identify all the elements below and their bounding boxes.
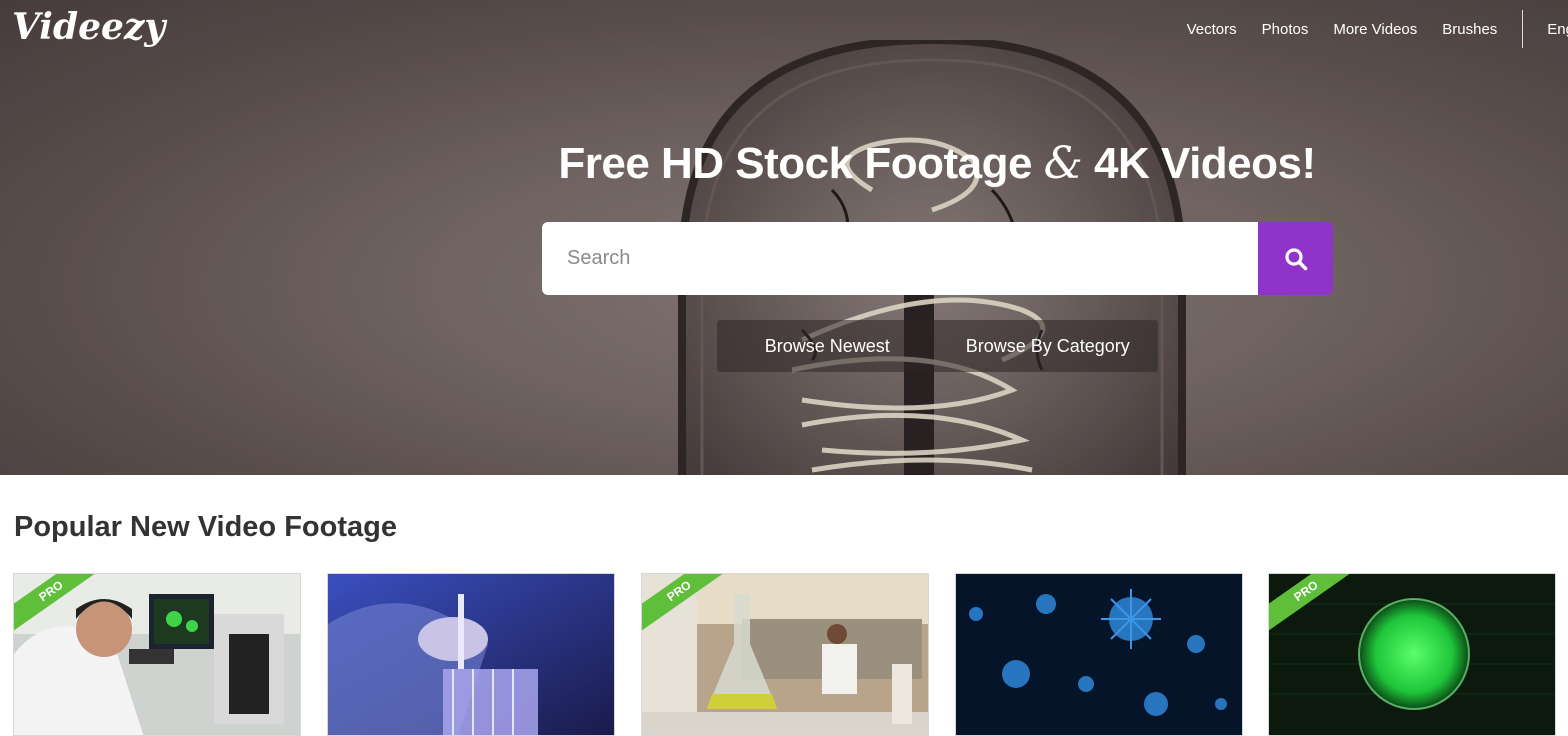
video-thumbnail[interactable]: PRO	[1268, 573, 1556, 736]
top-nav: Vectors Photos More Videos Brushes Eng	[1187, 10, 1568, 48]
section-title: Popular New Video Footage	[14, 511, 397, 543]
search-button[interactable]	[1258, 222, 1333, 295]
site-logo[interactable]: Videezy	[12, 6, 165, 48]
nav-link-more-videos[interactable]: More Videos	[1333, 21, 1417, 38]
video-thumbnail[interactable]: PRO	[13, 573, 301, 736]
browse-category-button[interactable]: Browse By Category	[938, 320, 1159, 372]
browse-buttons: Browse Newest Browse By Category	[717, 320, 1158, 372]
thumbnail-image	[956, 574, 1242, 735]
headline-text-1: Free HD Stock Footage	[558, 139, 1044, 188]
headline-ampersand: &	[1043, 138, 1083, 189]
video-thumbnail[interactable]: PRO	[641, 573, 929, 736]
browse-newest-button[interactable]: Browse Newest	[717, 320, 938, 372]
nav-link-vectors[interactable]: Vectors	[1187, 21, 1237, 38]
headline-text-2: 4K Videos!	[1082, 139, 1316, 188]
search-bar	[542, 222, 1333, 295]
video-thumbnail[interactable]	[955, 573, 1243, 736]
search-input[interactable]	[542, 222, 1258, 295]
nav-link-brushes[interactable]: Brushes	[1442, 21, 1497, 38]
search-icon	[1284, 247, 1307, 270]
nav-link-photos[interactable]: Photos	[1262, 21, 1309, 38]
video-thumbnail[interactable]	[327, 573, 615, 736]
thumbnail-image	[328, 574, 614, 735]
hero-headline: Free HD Stock Footage & 4K Videos!	[542, 138, 1332, 189]
language-selector[interactable]: Eng	[1547, 21, 1568, 38]
nav-divider	[1522, 10, 1524, 48]
